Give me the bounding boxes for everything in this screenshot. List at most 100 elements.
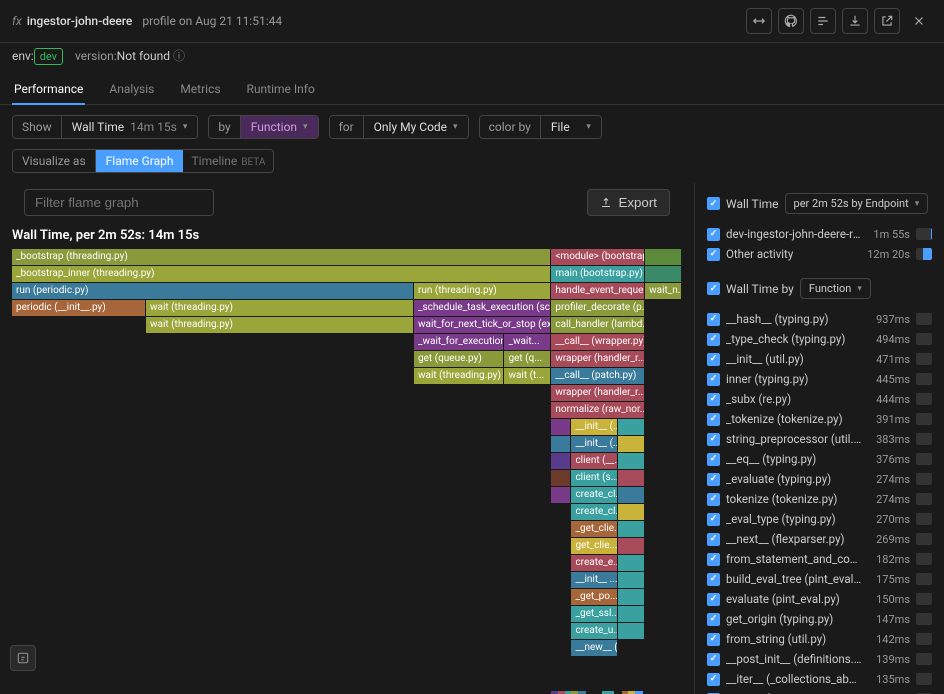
flame-cell[interactable] <box>618 419 645 435</box>
list-icon[interactable] <box>810 8 836 34</box>
flame-cell[interactable]: __init__ (... <box>571 436 618 452</box>
flame-cell[interactable] <box>551 487 571 503</box>
flame-cell[interactable] <box>618 487 645 503</box>
flame-cell[interactable]: create_e... <box>571 555 618 571</box>
flame-cell[interactable]: run (periodic.py) <box>12 283 414 299</box>
function-row[interactable]: _evaluate (typing.py)274ms <box>707 469 932 489</box>
checkbox[interactable] <box>707 393 720 406</box>
wall-time-checkbox[interactable] <box>707 197 720 210</box>
tab-metrics[interactable]: Metrics <box>178 72 222 104</box>
flame-cell[interactable]: <module> (bootstrap.py) <box>551 249 645 265</box>
flame-cell[interactable] <box>618 521 645 537</box>
flame-cell[interactable]: _get_po... <box>571 589 618 605</box>
flame-cell[interactable]: get (q... <box>504 351 551 367</box>
open-external-icon[interactable] <box>874 8 900 34</box>
download-icon[interactable] <box>842 8 868 34</box>
flame-cell[interactable]: __init__ ... <box>571 572 618 588</box>
flame-cell[interactable]: get_clie... <box>571 538 618 554</box>
filter-input[interactable] <box>24 189 214 216</box>
checkbox[interactable] <box>707 228 720 241</box>
wall-time-by-checkbox[interactable] <box>707 282 720 295</box>
function-row[interactable]: _subx (re.py)444ms <box>707 389 932 409</box>
function-row[interactable]: __next__ (flexparser.py)269ms <box>707 529 932 549</box>
function-row[interactable]: string_preprocessor (util.py)383ms <box>707 429 932 449</box>
checkbox[interactable] <box>707 313 720 326</box>
flame-cell[interactable]: create_u... <box>571 623 618 639</box>
function-row[interactable]: inner (typing.py)445ms <box>707 369 932 389</box>
checkbox[interactable] <box>707 333 720 346</box>
flame-cell[interactable]: _wait... <box>504 334 551 350</box>
function-row[interactable]: build_eval_tree (pint_eval.py)175ms <box>707 569 932 589</box>
endpoint-row[interactable]: dev-ingestor-john-deere-raw-p...1m 55s <box>707 224 932 244</box>
flame-cell[interactable] <box>618 623 645 639</box>
function-row[interactable]: evaluate (pint_eval.py)150ms <box>707 589 932 609</box>
checkbox[interactable] <box>707 573 720 586</box>
flame-cell[interactable]: run (threading.py) <box>414 283 551 299</box>
by-control[interactable]: by Function▾ <box>208 115 318 139</box>
flame-cell[interactable]: periodic (__init__.py) <box>12 300 146 316</box>
flame-cell[interactable]: wait (threading.py) <box>414 368 504 384</box>
export-button[interactable]: Export <box>587 189 670 216</box>
flame-cell[interactable]: __new__ (... <box>571 640 618 656</box>
flame-cell[interactable]: wrapper (handler_r... <box>551 385 645 401</box>
flame-cell[interactable]: call_handler (lambd... <box>551 317 645 333</box>
function-row[interactable]: tokenize (tokenize.py)274ms <box>707 489 932 509</box>
flame-cell[interactable] <box>618 538 645 554</box>
checkbox[interactable] <box>707 613 720 626</box>
flame-cell[interactable]: normalize (raw_nor... <box>551 402 645 418</box>
flame-cell[interactable]: main (bootstrap.py) <box>551 266 645 282</box>
flame-cell[interactable]: client (s... <box>571 470 618 486</box>
flame-cell[interactable]: profiler_decorate (p... <box>551 300 645 316</box>
flame-cell[interactable]: _get_ssl... <box>571 606 618 622</box>
flame-cell[interactable]: wait (t... <box>504 368 551 384</box>
checkbox[interactable] <box>707 633 720 646</box>
function-row[interactable]: from_statement_and_config (fle...182ms <box>707 549 932 569</box>
flame-cell[interactable] <box>618 436 645 452</box>
function-row[interactable]: __iter__ (_collections_abc.py)135ms <box>707 669 932 689</box>
checkbox[interactable] <box>707 553 720 566</box>
flame-cell[interactable]: wait (threading.py) <box>146 317 414 333</box>
flame-cell[interactable]: wrapper (handler_r... <box>551 351 645 367</box>
tab-runtime-info[interactable]: Runtime Info <box>245 72 317 104</box>
function-row[interactable]: __post_init__ (definitions.py)139ms <box>707 649 932 669</box>
flame-cell[interactable] <box>645 249 682 265</box>
flame-cell[interactable]: _bootstrap_inner (threading.py) <box>12 266 551 282</box>
flame-cell[interactable] <box>618 589 645 605</box>
checkbox[interactable] <box>707 433 720 446</box>
close-icon[interactable] <box>906 8 932 34</box>
flame-cell[interactable]: client (__... <box>571 453 618 469</box>
function-row[interactable]: _tokenize (tokenize.py)391ms <box>707 409 932 429</box>
checkbox[interactable] <box>707 473 720 486</box>
flame-cell[interactable]: _bootstrap (threading.py) <box>12 249 551 265</box>
function-row[interactable]: __init__ ()130ms <box>707 689 932 694</box>
timeline-button[interactable]: TimelineBETA <box>183 150 273 172</box>
flame-cell[interactable] <box>618 555 645 571</box>
flame-graph[interactable]: _bootstrap (threading.py)<module> (boots… <box>12 249 682 694</box>
checkbox[interactable] <box>707 673 720 686</box>
github-icon[interactable] <box>778 8 804 34</box>
color-by-control[interactable]: color by File▾ <box>479 115 602 139</box>
checkbox[interactable] <box>707 373 720 386</box>
wall-time-select[interactable]: per 2m 52s by Endpoint▾ <box>785 193 929 214</box>
flame-cell[interactable] <box>551 453 571 469</box>
flame-graph-button[interactable]: Flame Graph <box>96 150 184 172</box>
function-row[interactable]: __init__ (util.py)471ms <box>707 349 932 369</box>
flame-cell[interactable]: create_cl... <box>571 487 618 503</box>
checkbox[interactable] <box>707 413 720 426</box>
flame-cell[interactable]: __call__ (patch.py) <box>551 368 645 384</box>
swap-icon[interactable] <box>746 8 772 34</box>
tab-analysis[interactable]: Analysis <box>107 72 156 104</box>
flame-cell[interactable]: _schedule_task_execution (sche... <box>414 300 551 316</box>
checkbox[interactable] <box>707 653 720 666</box>
flame-cell[interactable] <box>618 504 645 520</box>
function-row[interactable]: _type_check (typing.py)494ms <box>707 329 932 349</box>
checkbox[interactable] <box>707 513 720 526</box>
flame-cell[interactable] <box>645 266 682 282</box>
flame-cell[interactable]: _get_clie... <box>571 521 618 537</box>
flame-cell[interactable]: create_cl... <box>571 504 618 520</box>
endpoint-row[interactable]: Other activity12m 20s <box>707 244 932 264</box>
flame-cell[interactable] <box>551 470 571 486</box>
checkbox[interactable] <box>707 533 720 546</box>
for-control[interactable]: for Only My Code▾ <box>329 115 469 139</box>
function-row[interactable]: get_origin (typing.py)147ms <box>707 609 932 629</box>
